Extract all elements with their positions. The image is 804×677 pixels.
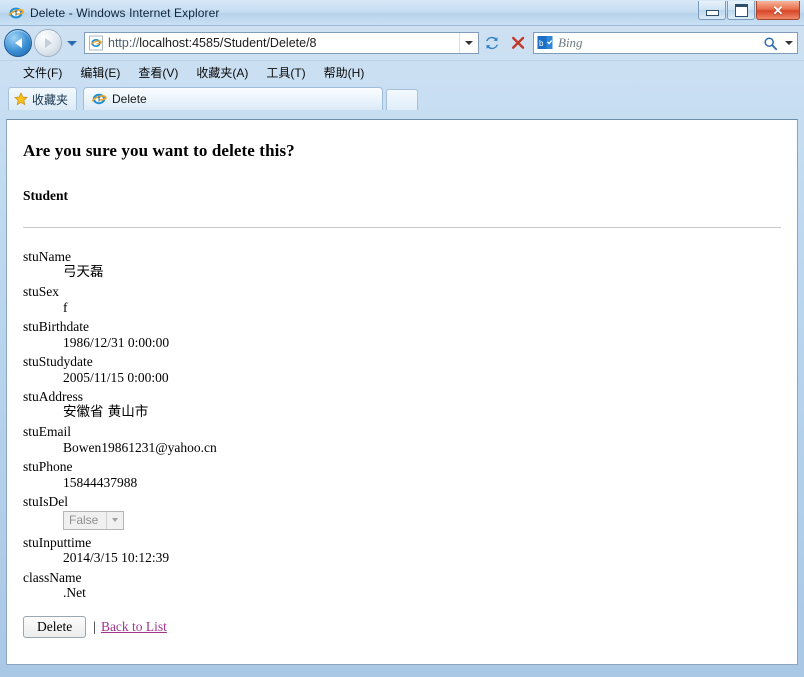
field-list: stuName 弓天磊 stuSex f stuBirthdate 1986/1… <box>23 250 781 600</box>
entity-heading: Student <box>23 188 69 203</box>
field-term-stuphone: stuPhone <box>23 459 73 474</box>
address-scheme: http:// <box>108 36 140 50</box>
chevron-down-icon <box>112 518 119 522</box>
ie-page-icon <box>91 91 107 107</box>
field-value-stuphone: 15844437988 <box>63 474 138 490</box>
search-provider-button[interactable] <box>781 41 797 45</box>
field-value-stuaddress: 安徽省 黄山市 <box>63 403 149 420</box>
address-bar[interactable]: http://localhost:4585/Student/Delete/8 <box>84 32 479 54</box>
stuisdel-select[interactable]: False <box>63 510 125 530</box>
field-value-stusex: f <box>63 299 68 315</box>
minimize-icon <box>705 9 719 16</box>
field-term-stubirthdate: stuBirthdate <box>23 319 89 334</box>
field-value-stustudydate: 2005/11/15 0:00:00 <box>63 369 169 385</box>
forward-arrow-icon <box>44 38 52 48</box>
recent-pages-button[interactable] <box>65 40 79 46</box>
search-icon <box>763 36 777 50</box>
back-button[interactable] <box>4 29 32 57</box>
menu-edit[interactable]: 编辑(E) <box>71 62 129 83</box>
page-body: Are you sure you want to delete this? St… <box>7 120 797 639</box>
select-arrow-button[interactable] <box>106 511 124 529</box>
svg-text:b: b <box>539 39 544 48</box>
ie-logo-icon <box>8 5 24 21</box>
field-value-stuname: 弓天磊 <box>63 263 104 280</box>
menu-file[interactable]: 文件(F) <box>14 62 71 83</box>
field-term-stuaddress: stuAddress <box>23 389 83 404</box>
address-host-path: localhost:4585/Student/Delete/8 <box>139 36 317 50</box>
delete-button[interactable]: Delete <box>23 615 87 639</box>
chevron-down-icon <box>465 41 473 45</box>
chevron-down-icon <box>785 41 793 45</box>
menu-view[interactable]: 查看(V) <box>129 62 187 83</box>
page-title: Are you sure you want to delete this? <box>23 141 295 160</box>
field-value-stuemail: Bowen19861231@yahoo.cn <box>63 439 217 455</box>
minimize-button[interactable] <box>698 1 726 20</box>
field-term-classname: className <box>23 569 82 585</box>
field-term-stuisdel: stuIsDel <box>23 494 68 509</box>
search-box[interactable]: b Bing <box>533 32 798 54</box>
field-term-stustudydate: stuStudydate <box>23 354 93 369</box>
window-controls: ✕ <box>697 1 800 20</box>
field-value-stuinputtime: 2014/3/15 10:12:39 <box>63 550 170 565</box>
field-term-stuemail: stuEmail <box>23 424 71 439</box>
field-value-classname: .Net <box>63 585 86 600</box>
tab-strip: 收藏夹 Delete <box>0 83 804 110</box>
title-bar: Delete - Windows Internet Explorer ✕ <box>0 0 804 26</box>
field-term-stusex: stuSex <box>23 284 60 299</box>
stop-button[interactable] <box>505 31 531 55</box>
field-value-stubirthdate: 1986/12/31 0:00:00 <box>63 334 170 350</box>
refresh-icon <box>486 36 498 50</box>
field-term-stuname: stuName <box>23 249 71 264</box>
field-term-stuinputtime: stuInputtime <box>23 534 92 550</box>
maximize-icon <box>734 3 748 17</box>
window-title: Delete - Windows Internet Explorer <box>30 5 220 20</box>
favorites-button[interactable]: 收藏夹 <box>8 87 78 110</box>
favorites-label: 收藏夹 <box>32 92 69 107</box>
navigation-bar: http://localhost:4585/Student/Delete/8 b <box>0 26 804 60</box>
stop-icon <box>512 36 525 49</box>
new-tab-button[interactable] <box>386 89 419 110</box>
address-history-button[interactable] <box>459 33 478 53</box>
divider <box>23 227 781 228</box>
back-to-list-link[interactable]: Back to List <box>101 619 167 635</box>
close-button[interactable]: ✕ <box>756 1 800 20</box>
search-go-button[interactable] <box>759 36 781 51</box>
field-value-stuisdel: False <box>63 510 781 530</box>
refresh-button[interactable] <box>479 31 505 55</box>
chevron-down-icon <box>67 40 77 46</box>
close-icon: ✕ <box>772 2 784 18</box>
tab-delete[interactable]: Delete <box>83 87 384 110</box>
browser-window: Delete - Windows Internet Explorer ✕ htt… <box>0 0 804 677</box>
menu-favorites[interactable]: 收藏夹(A) <box>187 62 257 83</box>
bing-icon: b <box>537 35 553 51</box>
address-value: http://localhost:4585/Student/Delete/8 <box>108 36 459 50</box>
menu-tools[interactable]: 工具(T) <box>257 62 314 83</box>
tab-label: Delete <box>112 92 147 106</box>
menu-bar: 文件(F) 编辑(E) 查看(V) 收藏夹(A) 工具(T) 帮助(H) <box>0 60 804 83</box>
stuisdel-selected-value: False <box>69 513 99 527</box>
back-arrow-icon <box>14 38 22 48</box>
forward-button[interactable] <box>34 29 62 57</box>
search-input[interactable]: Bing <box>558 35 759 51</box>
maximize-button[interactable] <box>727 1 755 20</box>
ie-page-icon <box>88 35 104 51</box>
star-icon <box>14 92 28 106</box>
action-row: Delete | Back to List <box>23 615 781 639</box>
page-viewport: Are you sure you want to delete this? St… <box>6 119 798 665</box>
action-separator: | <box>93 618 96 634</box>
menu-help[interactable]: 帮助(H) <box>315 62 374 83</box>
